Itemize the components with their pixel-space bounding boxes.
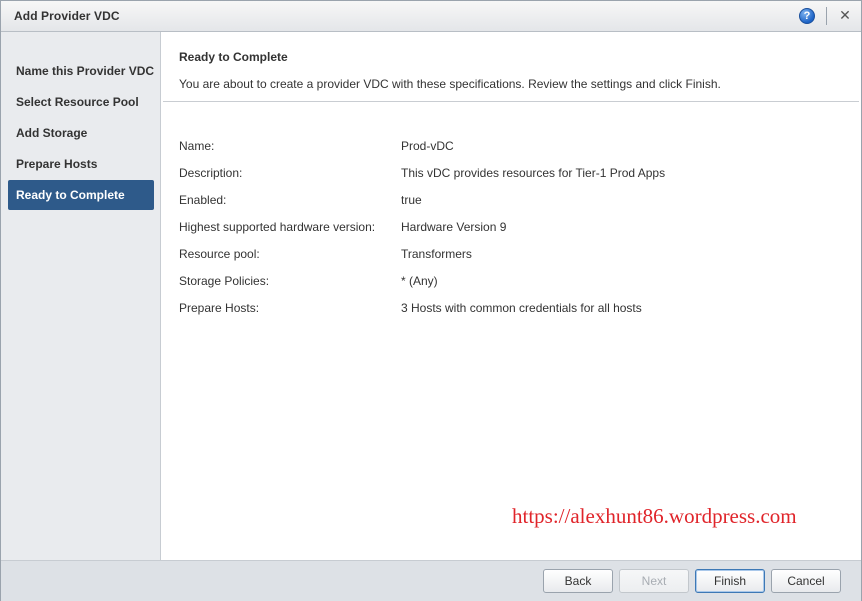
help-icon[interactable]: ? <box>799 8 815 24</box>
add-provider-vdc-dialog: Add Provider VDC ? ✕ Name this Provider … <box>0 0 862 601</box>
dialog-title: Add Provider VDC <box>14 9 120 23</box>
summary-label: Name: <box>179 139 215 153</box>
step-select-resource-pool[interactable]: Select Resource Pool <box>8 87 154 117</box>
summary-value: Transformers <box>401 247 472 261</box>
step-prepare-hosts[interactable]: Prepare Hosts <box>8 149 154 179</box>
next-button[interactable]: Next <box>619 569 689 593</box>
dialog-titlebar: Add Provider VDC ? ✕ <box>1 1 861 32</box>
titlebar-separator <box>826 7 827 25</box>
watermark-url: https://alexhunt86.wordpress.com <box>512 504 797 528</box>
summary-row-enabled: Enabled: true <box>179 193 849 209</box>
wizard-content: Ready to Complete You are about to creat… <box>161 32 861 560</box>
summary-row-name: Name: Prod-vDC <box>179 139 849 155</box>
dialog-footer: Back Next Finish Cancel <box>1 560 861 601</box>
step-name-provider-vdc[interactable]: Name this Provider VDC <box>8 56 154 86</box>
step-ready-to-complete[interactable]: Ready to Complete <box>8 180 154 210</box>
summary-row-resource-pool: Resource pool: Transformers <box>179 247 849 263</box>
summary-label: Resource pool: <box>179 247 260 261</box>
summary-row-hardware-version: Highest supported hardware version: Hard… <box>179 220 849 236</box>
wizard-steps-sidebar: Name this Provider VDC Select Resource P… <box>1 32 161 560</box>
summary-row-storage-policies: Storage Policies: * (Any) <box>179 274 849 290</box>
summary-label: Storage Policies: <box>179 274 270 288</box>
content-divider <box>163 101 859 102</box>
summary-value: * (Any) <box>401 274 438 288</box>
summary-value: true <box>401 193 422 207</box>
summary-label: Description: <box>179 166 243 180</box>
cancel-button[interactable]: Cancel <box>771 569 841 593</box>
summary-row-prepare-hosts: Prepare Hosts: 3 Hosts with common crede… <box>179 301 849 317</box>
summary-value: This vDC provides resources for Tier-1 P… <box>401 166 666 180</box>
summary-label: Prepare Hosts: <box>179 301 260 315</box>
close-icon[interactable]: ✕ <box>837 7 853 23</box>
summary-row-description: Description: This vDC provides resources… <box>179 166 849 182</box>
summary-value: Prod-vDC <box>401 139 454 153</box>
step-add-storage[interactable]: Add Storage <box>8 118 154 148</box>
summary-label: Highest supported hardware version: <box>179 220 376 234</box>
finish-button[interactable]: Finish <box>695 569 765 593</box>
summary-label: Enabled: <box>179 193 227 207</box>
summary-value: Hardware Version 9 <box>401 220 507 234</box>
page-description: You are about to create a provider VDC w… <box>179 77 721 91</box>
page-title: Ready to Complete <box>179 50 288 64</box>
summary-value: 3 Hosts with common credentials for all … <box>401 301 642 315</box>
back-button[interactable]: Back <box>543 569 613 593</box>
